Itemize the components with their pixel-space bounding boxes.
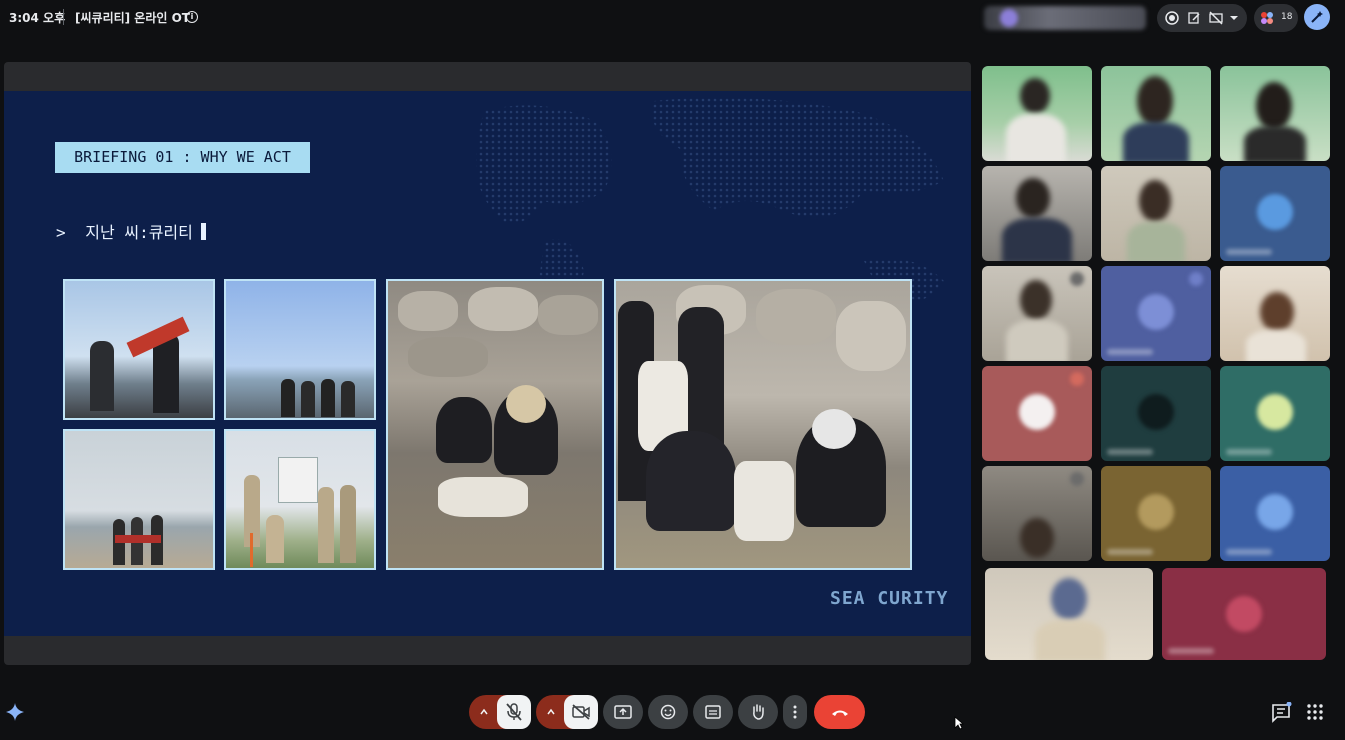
- participant-tile[interactable]: [982, 166, 1092, 261]
- photo-team-signboard: [224, 429, 376, 570]
- participant-tile[interactable]: [1101, 466, 1211, 561]
- participant-tile[interactable]: [1220, 166, 1330, 261]
- chevron-down-icon[interactable]: [1229, 13, 1239, 23]
- divider: [63, 9, 64, 25]
- text-cursor: [200, 223, 206, 240]
- chevron-up-icon[interactable]: [546, 707, 556, 717]
- captions-off-icon[interactable]: [1209, 11, 1223, 25]
- mic-toggle-button[interactable]: [497, 695, 531, 729]
- participants-button[interactable]: 18: [1254, 4, 1298, 32]
- host-tools-pill[interactable]: [1157, 4, 1247, 32]
- more-vert-icon: [793, 705, 797, 719]
- participant-tile[interactable]: [1220, 466, 1330, 561]
- chevron-up-icon[interactable]: [479, 707, 489, 717]
- participant-tile[interactable]: [982, 466, 1092, 561]
- apps-grid-icon[interactable]: [1306, 703, 1324, 721]
- participant-tile[interactable]: [982, 366, 1092, 461]
- present-button[interactable]: [603, 695, 643, 729]
- photo-cleanup-group: [614, 279, 912, 570]
- emoji-icon: [660, 704, 676, 720]
- camera-toggle-button[interactable]: [564, 695, 598, 729]
- info-icon[interactable]: i: [186, 11, 198, 23]
- camera-control-group[interactable]: [536, 695, 598, 729]
- meeting-title: [씨큐리티] 온라인 OT: [75, 11, 190, 25]
- presentation-stage: BRIEFING 01 : WHY WE ACT > 지난 씨:큐리티 SEA …: [4, 62, 971, 665]
- participant-tile[interactable]: [1220, 366, 1330, 461]
- hang-up-icon: [831, 710, 848, 716]
- ai-pen-icon: [1311, 11, 1323, 23]
- participant-tile[interactable]: [985, 568, 1153, 660]
- photo-cleanup-rocks: [386, 279, 604, 570]
- notes-icon[interactable]: [1187, 11, 1201, 25]
- participant-tile[interactable]: [982, 266, 1092, 361]
- presented-slide: BRIEFING 01 : WHY WE ACT > 지난 씨:큐리티 SEA …: [4, 91, 971, 636]
- chat-icon[interactable]: [1270, 702, 1292, 724]
- participant-tile[interactable]: [1220, 66, 1330, 161]
- mic-off-icon: [506, 703, 522, 721]
- mic-control-group[interactable]: [469, 695, 531, 729]
- participant-tile[interactable]: [1220, 266, 1330, 361]
- captions-icon: [705, 705, 721, 719]
- captions-button[interactable]: [693, 695, 733, 729]
- prompt-symbol: >: [56, 223, 66, 242]
- clock-time: 3:04 오후: [9, 11, 66, 25]
- participant-tile[interactable]: [1101, 266, 1211, 361]
- photo-beach-group: [63, 429, 215, 570]
- blurred-avatar: [1000, 9, 1018, 27]
- more-options-button[interactable]: [783, 695, 807, 729]
- participant-tile[interactable]: [1101, 166, 1211, 261]
- present-screen-icon: [614, 705, 632, 719]
- participant-tile[interactable]: [982, 66, 1092, 161]
- participant-tile[interactable]: [1162, 568, 1326, 660]
- reactions-button[interactable]: [648, 695, 688, 729]
- photo-banner-shore: [63, 279, 215, 420]
- raise-hand-button[interactable]: [738, 695, 778, 729]
- camera-off-icon: [572, 704, 590, 720]
- people-icon: [1261, 12, 1273, 24]
- raise-hand-icon: [753, 704, 764, 720]
- participant-tile[interactable]: [1101, 66, 1211, 161]
- brand-logo-text: SEA CURITY: [830, 588, 949, 609]
- participant-tile[interactable]: [1101, 366, 1211, 461]
- sparkle-icon[interactable]: [4, 701, 26, 723]
- leave-call-button[interactable]: [814, 695, 865, 729]
- photo-group-sky: [224, 279, 376, 420]
- top-bar: 3:04 오후 [씨큐리티] 온라인 OT i 18: [0, 0, 1345, 36]
- ai-assist-button[interactable]: [1304, 4, 1330, 30]
- record-icon[interactable]: [1165, 11, 1179, 25]
- prompt-text: 지난 씨:큐리티: [85, 223, 193, 242]
- briefing-tag: BRIEFING 01 : WHY WE ACT: [55, 142, 310, 173]
- mouse-pointer-icon: [954, 716, 964, 730]
- participant-count: 18: [1281, 12, 1293, 22]
- slide-subtitle: > 지난 씨:큐리티: [56, 219, 206, 243]
